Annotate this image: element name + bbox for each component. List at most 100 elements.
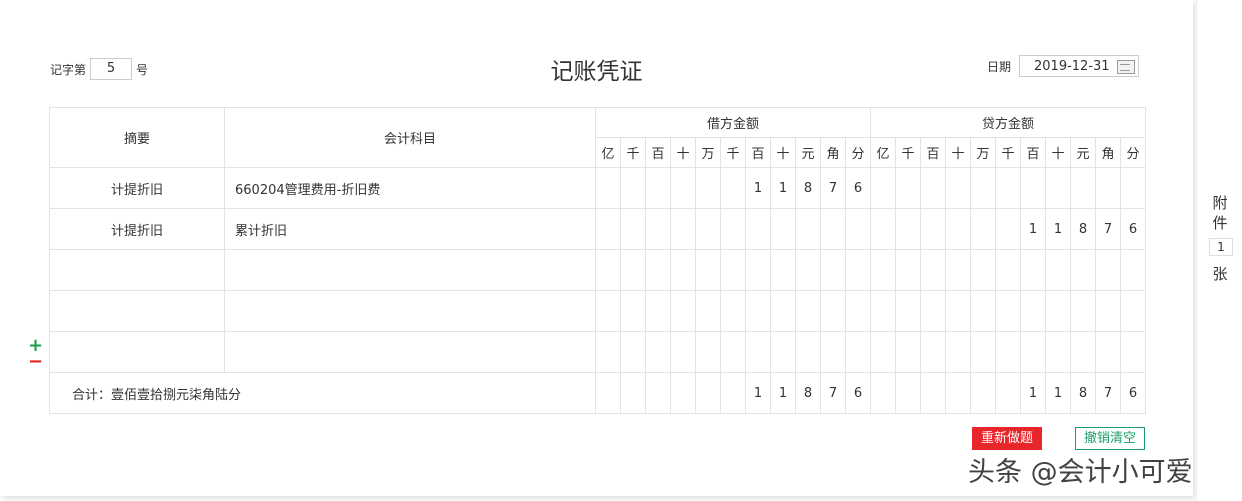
digit-cell [770, 290, 796, 332]
digit-cell: 8 [795, 372, 821, 414]
digit-cell [945, 290, 971, 332]
digit-cell [670, 167, 696, 209]
digit-cell [820, 249, 846, 291]
digit-cell [795, 331, 821, 373]
digit-cell [920, 331, 946, 373]
account-cell[interactable] [224, 290, 596, 332]
digit-cell [595, 249, 621, 291]
digit-cell [620, 167, 646, 209]
digit-cell [670, 249, 696, 291]
account-cell[interactable] [224, 331, 596, 373]
account-cell[interactable] [224, 249, 596, 291]
digit-unit-header: 角 [1095, 137, 1121, 168]
digit-cell: 6 [845, 372, 871, 414]
digit-unit-header: 元 [1070, 137, 1096, 168]
digit-cell [870, 290, 896, 332]
digit-cell [1020, 290, 1046, 332]
digit-unit-header: 十 [770, 137, 796, 168]
summary-cell[interactable]: 计提折旧 [49, 208, 225, 250]
total-row: 合计：壹佰壹拾捌元柒角陆分 1 1 8 7 6 1 1 8 7 6 [49, 372, 1146, 414]
digit-cell [720, 372, 746, 414]
digit-cell [970, 372, 996, 414]
digit-cell [845, 331, 871, 373]
digit-cell [995, 249, 1021, 291]
digit-cell [970, 331, 996, 373]
digit-cell [870, 208, 896, 250]
digit-cell: 7 [820, 372, 846, 414]
digit-cell [645, 208, 671, 250]
digit-cell [895, 372, 921, 414]
digit-cell: 8 [1070, 208, 1096, 250]
digit-cell [645, 249, 671, 291]
digit-cell [870, 331, 896, 373]
digit-cell [845, 290, 871, 332]
attachment-label-2: 件 [1212, 214, 1228, 232]
account-cell[interactable]: 660204管理费用-折旧费 [224, 167, 596, 209]
calendar-icon[interactable] [1117, 60, 1136, 74]
attachment-label-3: 张 [1212, 265, 1228, 283]
digit-unit-header: 千 [895, 137, 921, 168]
date-label: 日期 [987, 59, 1012, 74]
remove-row-button[interactable]: − [28, 351, 43, 372]
digit-cell [695, 208, 721, 250]
digit-cell [745, 290, 771, 332]
redo-button[interactable]: 重新做题 [972, 427, 1042, 450]
digit-cell [895, 331, 921, 373]
digit-cell [995, 290, 1021, 332]
digit-unit-header: 分 [1120, 137, 1146, 168]
digit-cell [895, 208, 921, 250]
clear-button[interactable]: 撤销清空 [1075, 427, 1145, 450]
digit-cell [1070, 249, 1096, 291]
summary-cell[interactable] [49, 249, 225, 291]
digit-cell [1020, 249, 1046, 291]
digit-cell [995, 167, 1021, 209]
header-account: 会计科目 [224, 107, 596, 168]
digit-cell [645, 167, 671, 209]
digit-cell [1120, 331, 1146, 373]
attachment-label-1: 附 [1212, 194, 1228, 212]
digit-cell [820, 208, 846, 250]
summary-cell[interactable] [49, 331, 225, 373]
attachment-count-input[interactable]: 1 [1209, 238, 1233, 256]
digit-cell [620, 249, 646, 291]
digit-cell: 7 [820, 167, 846, 209]
digit-cell [1095, 331, 1121, 373]
digit-unit-header: 千 [720, 137, 746, 168]
digit-cell [1120, 249, 1146, 291]
digit-cell [770, 331, 796, 373]
digit-cell [1070, 290, 1096, 332]
digit-cell [620, 372, 646, 414]
summary-cell[interactable]: 计提折旧 [49, 167, 225, 209]
digit-unit-header: 千 [995, 137, 1021, 168]
digit-cell [920, 167, 946, 209]
digit-cell [695, 249, 721, 291]
digit-cell [970, 167, 996, 209]
digit-cell: 1 [1020, 208, 1046, 250]
digit-unit-header: 百 [920, 137, 946, 168]
summary-cell[interactable] [49, 290, 225, 332]
digit-cell: 7 [1095, 372, 1121, 414]
voucher-table: 摘要 会计科目 借方金额 贷方金额亿千百十万千百十元角分亿千百十万千百十元角分计提折旧… [49, 107, 1146, 414]
header-summary: 摘要 [49, 107, 225, 168]
digit-unit-header: 十 [1045, 137, 1071, 168]
digit-unit-header: 万 [695, 137, 721, 168]
digit-cell [795, 249, 821, 291]
digit-cell [720, 249, 746, 291]
digit-cell [595, 290, 621, 332]
digit-cell [1045, 167, 1071, 209]
digit-cell [720, 167, 746, 209]
date-input[interactable]: 2019-12-31 [1019, 55, 1140, 77]
digit-cell [720, 331, 746, 373]
digit-cell [620, 290, 646, 332]
digit-cell [620, 331, 646, 373]
digit-cell [1045, 249, 1071, 291]
table-row [49, 290, 1146, 332]
account-cell[interactable]: 累计折旧 [224, 208, 596, 250]
digit-cell [1095, 290, 1121, 332]
header-credit: 贷方金额 [870, 107, 1146, 138]
voucher-card: 记字第 5 号 记账凭证 日期 2019-12-31 摘要 会计科目 借方金额 贷方金… [0, 0, 1193, 496]
digit-cell: 1 [1020, 372, 1046, 414]
table-row [49, 331, 1146, 373]
digit-cell: 1 [745, 372, 771, 414]
digit-cell [1120, 290, 1146, 332]
